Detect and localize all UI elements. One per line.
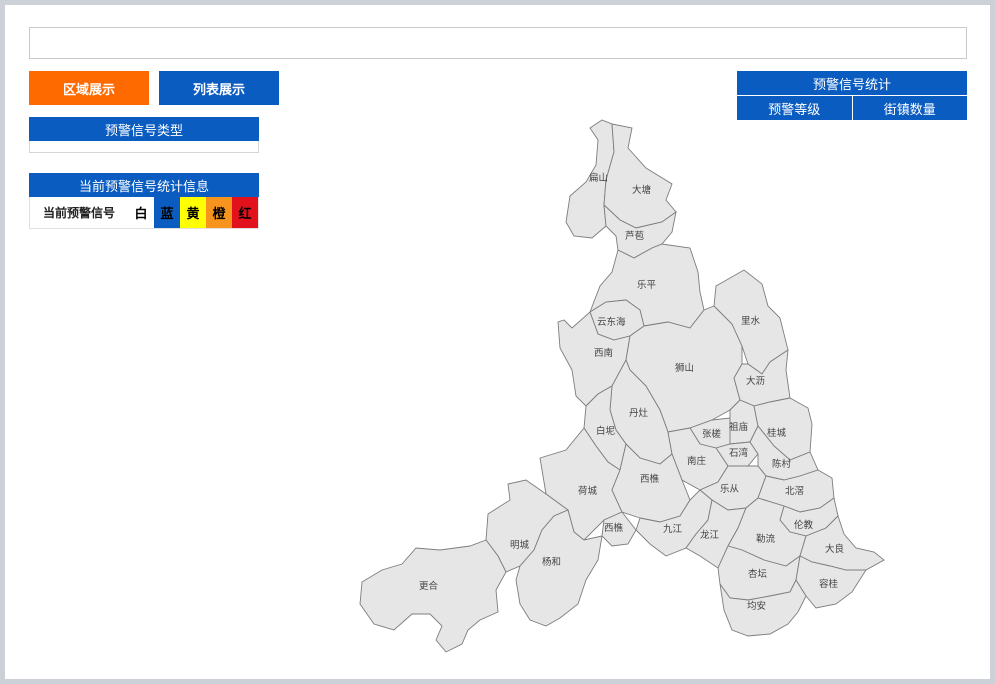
label-xingtan: 杏坛	[748, 568, 768, 580]
label-lecong: 乐从	[720, 483, 740, 495]
label-chencun: 陈村	[772, 458, 792, 470]
label-genghe: 更合	[419, 580, 439, 592]
label-leliu: 勒流	[756, 533, 776, 545]
label-lubao: 芦苞	[625, 230, 645, 242]
label-guicheng: 桂城	[767, 427, 787, 439]
label-daliang: 大良	[825, 543, 845, 555]
label-zumiao: 祖庙	[729, 421, 748, 433]
label-baini: 白坭	[596, 425, 616, 437]
label-xiqiao: 西樵	[640, 473, 660, 485]
label-longjiang: 龙江	[700, 529, 720, 541]
label-shishan: 狮山	[675, 363, 694, 374]
label-yundonghai: 云东海	[597, 316, 626, 328]
district-map: 扁山 大塘 芦苞 乐平 云东海 西南 狮山 里水 大沥 丹灶 白坭 张槎 祖庙 …	[359, 119, 885, 653]
label-yanghe: 杨和	[542, 556, 561, 568]
label-zhangcha: 张槎	[702, 428, 722, 440]
label-xiqiao-west: 西樵	[604, 522, 624, 534]
label-hecheng: 荷城	[578, 486, 598, 497]
label-lunjiao: 伦教	[794, 519, 814, 531]
label-xinan: 西南	[594, 347, 613, 359]
label-ronggui: 容桂	[819, 578, 839, 590]
label-leping: 乐平	[637, 279, 657, 291]
label-shiwan: 石湾	[729, 447, 749, 459]
label-jiujiang: 九江	[663, 523, 683, 535]
label-nanzhuang: 南庄	[687, 455, 707, 467]
label-dali: 大沥	[746, 375, 765, 387]
region-genghe[interactable]	[359, 539, 507, 653]
label-datang: 大塘	[632, 184, 652, 196]
region-datang[interactable]	[603, 123, 677, 229]
label-beijiao: 北滘	[785, 486, 804, 497]
label-mingcheng: 明城	[510, 540, 530, 551]
label-bianshan: 扁山	[589, 172, 608, 184]
label-lishui: 里水	[741, 315, 761, 327]
label-junan: 均安	[747, 600, 766, 612]
label-danzao: 丹灶	[629, 407, 649, 419]
